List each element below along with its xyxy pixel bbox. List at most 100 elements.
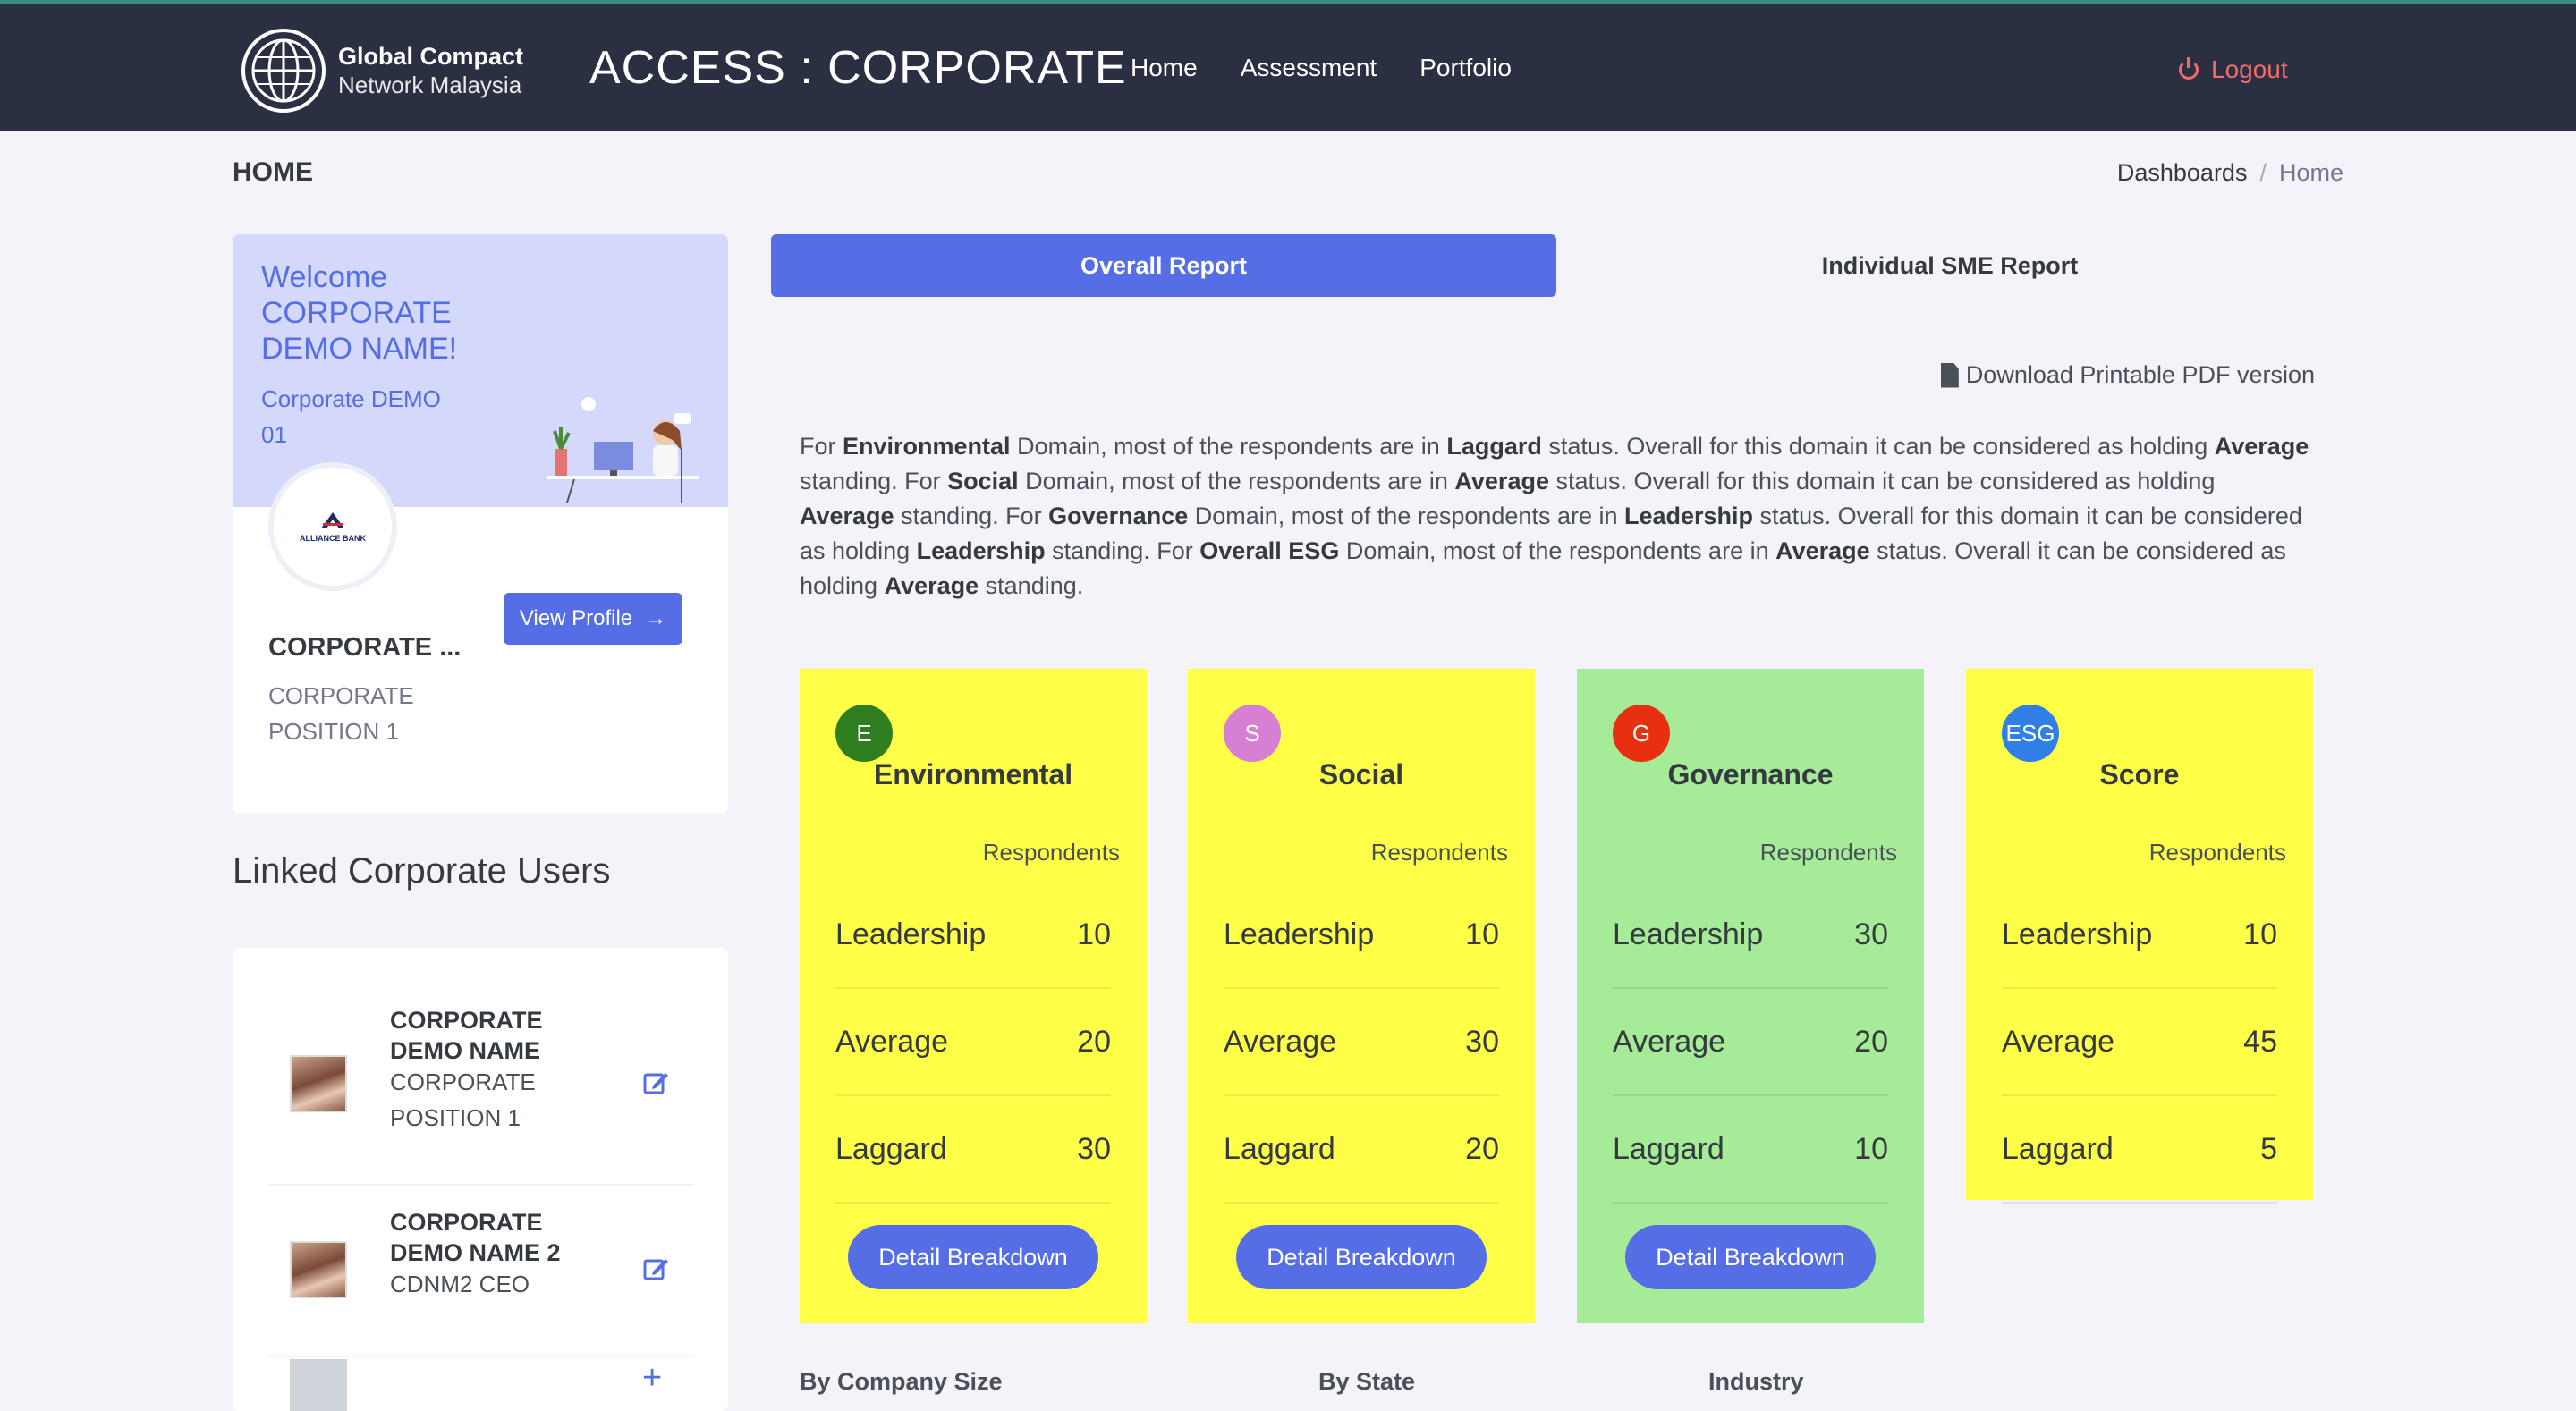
page-title: HOME xyxy=(233,157,313,187)
summary-emphasis: Average xyxy=(2214,433,2309,460)
respondent-count: 30 xyxy=(1465,1024,1499,1059)
score-row: Leadership 10 xyxy=(2002,882,2277,989)
filter-state-label: By State xyxy=(1318,1368,1416,1395)
list-item: CORPORATE DEMO NAME 2 CDNM2 CEO xyxy=(267,1186,694,1357)
avatar xyxy=(290,1055,347,1112)
summary-emphasis: Average xyxy=(800,503,894,529)
summary-segment: status. Overall for this domain it can b… xyxy=(1541,433,2215,460)
detail-breakdown-button[interactable]: Detail Breakdown xyxy=(1236,1225,1487,1289)
nav-portfolio[interactable]: Portfolio xyxy=(1419,54,1512,82)
score-card-environmental: E Environmental Respondents Leadership 1… xyxy=(800,669,1147,1323)
summary-segment: status. Overall for this domain it can b… xyxy=(1548,468,2216,494)
avatar-placeholder xyxy=(290,1359,347,1411)
breadcrumb: Dashboards / Home xyxy=(2116,159,2343,186)
brand-logo[interactable]: Global Compact Network Malaysia xyxy=(242,29,523,113)
nav-home[interactable]: Home xyxy=(1131,54,1198,82)
domain-badge: S xyxy=(1224,705,1281,762)
tab-overall-report[interactable]: Overall Report xyxy=(771,234,1556,297)
summary-emphasis: Leadership xyxy=(1624,503,1754,529)
summary-segment: Domain, most of the respondents are in xyxy=(1010,433,1447,460)
app-title: ACCESS : CORPORATE xyxy=(589,42,1127,94)
respondent-count: 10 xyxy=(1077,917,1111,951)
detail-breakdown-button[interactable]: Detail Breakdown xyxy=(1625,1225,1876,1289)
status-label: Leadership xyxy=(835,917,987,951)
summary-text: For Environmental Domain, most of the re… xyxy=(800,429,2311,604)
summary-segment: standing. For xyxy=(1045,537,1200,564)
logout-button[interactable]: Logout xyxy=(2179,55,2288,84)
summary-emphasis: Environmental xyxy=(843,433,1011,460)
summary-segment: standing. xyxy=(979,572,1084,599)
respondent-count: 20 xyxy=(1077,1024,1111,1059)
summary-emphasis: Leadership xyxy=(916,537,1046,564)
score-row: Average 20 xyxy=(1613,989,1888,1096)
score-row: Leadership 30 xyxy=(1613,882,1888,989)
welcome-heading: Welcome CORPORATE DEMO NAME! xyxy=(261,260,458,366)
download-pdf-label: Download Printable PDF version xyxy=(1965,361,2315,388)
status-label: Average xyxy=(1224,1024,1337,1059)
top-navbar: Global Compact Network Malaysia ACCESS :… xyxy=(0,0,2576,131)
main-nav: Home Assessment Portfolio xyxy=(1131,54,1512,82)
card-title: Environmental xyxy=(873,758,1073,790)
arrow-right-icon: → xyxy=(645,606,667,630)
score-card-governance: G Governance Respondents Leadership 30 A… xyxy=(1577,669,1924,1323)
detail-breakdown-button[interactable]: Detail Breakdown xyxy=(848,1225,1098,1289)
download-pdf-link[interactable]: Download Printable PDF version xyxy=(1940,361,2315,389)
score-row: Average 45 xyxy=(2002,989,2277,1096)
welcome-card: Welcome CORPORATE DEMO NAME! Corporate D… xyxy=(233,234,728,814)
score-row: Average 30 xyxy=(1224,989,1499,1096)
alliance-bank-logo-icon xyxy=(321,512,344,528)
score-card-social: S Social Respondents Leadership 10 Avera… xyxy=(1188,669,1535,1323)
card-title: Score xyxy=(2099,758,2180,790)
respondent-count: 10 xyxy=(1465,917,1499,951)
status-label: Laggard xyxy=(1613,1131,1724,1166)
view-profile-button[interactable]: View Profile → xyxy=(504,593,682,645)
score-row: Leadership 10 xyxy=(1224,882,1499,989)
summary-emphasis: Laggard xyxy=(1446,433,1542,460)
respondent-count: 30 xyxy=(1077,1131,1111,1166)
summary-emphasis: Governance xyxy=(1048,503,1189,529)
user-name: CORPORATE DEMO NAME 2 xyxy=(390,1209,561,1266)
welcome-org: Corporate DEMO 01 xyxy=(261,385,441,448)
respondent-count: 10 xyxy=(2243,917,2277,951)
tab-individual-sme-report[interactable]: Individual SME Report xyxy=(1556,234,2343,297)
respondent-count: 20 xyxy=(1854,1024,1888,1059)
score-row: Average 20 xyxy=(835,989,1111,1096)
list-item: CORPORATE DEMO NAME CORPORATE POSITION 1 xyxy=(267,948,694,1186)
edit-icon[interactable] xyxy=(642,1255,669,1282)
breadcrumb-dashboards[interactable]: Dashboards xyxy=(2117,159,2248,186)
company-logo-text: ALLIANCE BANK xyxy=(300,534,366,543)
summary-segment: For xyxy=(800,433,843,460)
card-title: Social xyxy=(1318,758,1404,790)
domain-badge: ESG xyxy=(2002,705,2059,762)
summary-emphasis: Average xyxy=(1775,537,1870,564)
plus-icon[interactable]: + xyxy=(642,1359,662,1398)
add-user-row[interactable]: + xyxy=(267,1357,694,1411)
respondent-count: 20 xyxy=(1465,1131,1499,1166)
status-label: Leadership xyxy=(2002,917,2153,951)
profile-name: CORPORATE ... xyxy=(268,633,462,662)
user-position: CORPORATE POSITION 1 xyxy=(390,1069,536,1131)
status-label: Average xyxy=(1613,1024,1726,1059)
linked-users-card: CORPORATE DEMO NAME CORPORATE POSITION 1… xyxy=(233,948,728,1411)
breadcrumb-home: Home xyxy=(2278,159,2343,186)
score-row: Laggard 10 xyxy=(1613,1096,1888,1204)
nav-assessment[interactable]: Assessment xyxy=(1241,54,1377,82)
score-row: Laggard 5 xyxy=(2002,1096,2277,1204)
edit-icon[interactable] xyxy=(642,1069,669,1096)
score-row: Leadership 10 xyxy=(835,882,1111,989)
status-label: Laggard xyxy=(2002,1131,2114,1166)
status-label: Average xyxy=(2002,1024,2115,1059)
summary-emphasis: Average xyxy=(884,572,979,599)
linked-users-title: Linked Corporate Users xyxy=(233,851,611,891)
status-label: Leadership xyxy=(1224,917,1375,951)
respondents-label: Respondents xyxy=(1759,839,1897,866)
brand-line2: Network Malaysia xyxy=(338,72,522,98)
view-profile-label: View Profile xyxy=(519,606,633,630)
domain-badge: E xyxy=(835,705,893,762)
power-icon xyxy=(2179,57,2199,80)
summary-emphasis: Social xyxy=(947,468,1019,494)
filter-industry-label: Industry xyxy=(1708,1368,1804,1395)
status-label: Laggard xyxy=(1224,1131,1335,1166)
summary-segment: Domain, most of the respondents are in xyxy=(1018,468,1455,494)
respondents-label: Respondents xyxy=(982,839,1120,866)
